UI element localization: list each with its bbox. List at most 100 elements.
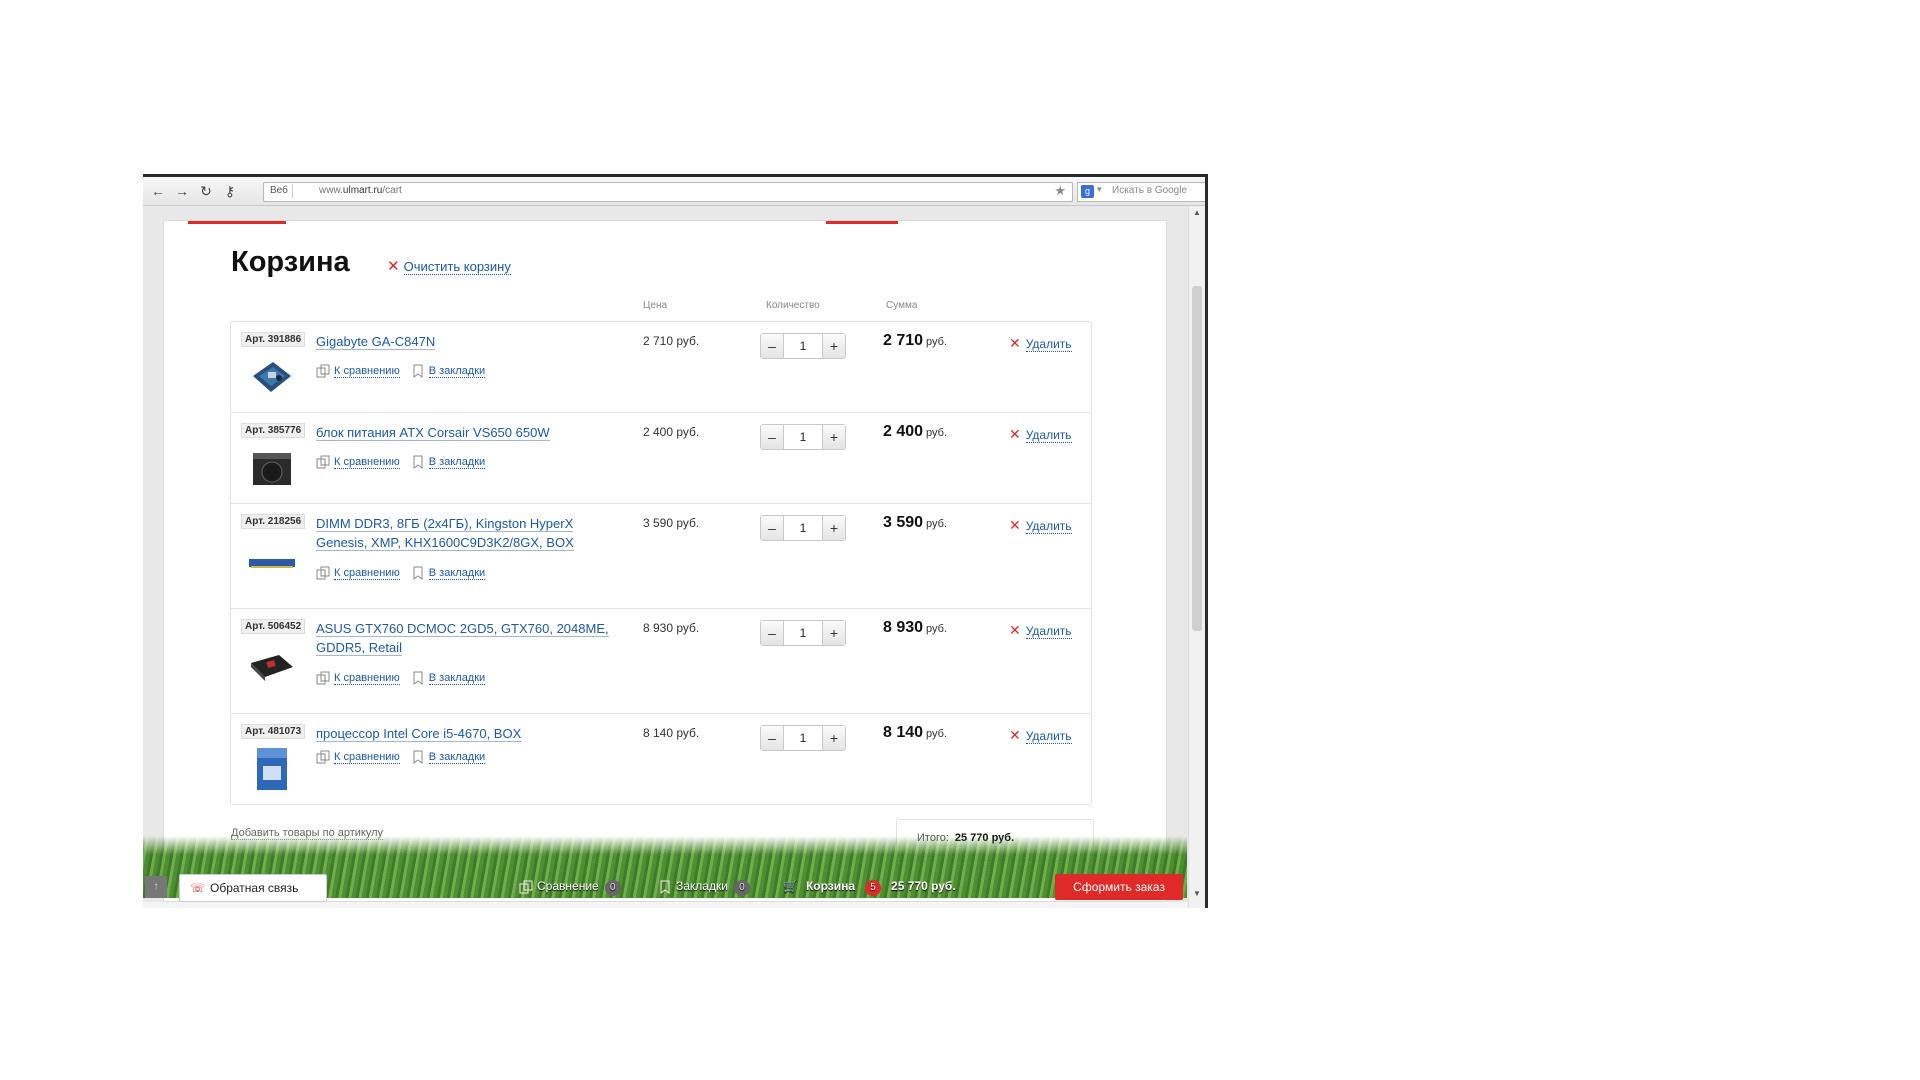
google-icon[interactable]: g bbox=[1081, 185, 1094, 198]
delete-label: Удалить bbox=[1025, 428, 1072, 443]
increase-quantity-button[interactable]: + bbox=[822, 621, 845, 645]
column-header-price: Цена bbox=[643, 300, 668, 311]
compare-link[interactable]: К сравнению bbox=[316, 671, 400, 685]
quantity-input[interactable]: 1 bbox=[784, 334, 822, 358]
delete-label: Удалить bbox=[1025, 519, 1072, 534]
quantity-input[interactable]: 1 bbox=[784, 726, 822, 750]
processor-box-image[interactable] bbox=[249, 746, 295, 792]
compare-label: К сравнению bbox=[334, 364, 400, 378]
url-text[interactable]: www.ulmart.ru/cart bbox=[319, 184, 402, 198]
forward-arrow-icon[interactable]: → bbox=[173, 182, 191, 200]
feedback-button[interactable]: ☏ Обратная связь bbox=[179, 874, 327, 902]
compare-icon bbox=[316, 455, 330, 469]
compare-link[interactable]: К сравнению bbox=[316, 364, 400, 378]
compare-icon bbox=[316, 750, 330, 764]
graphics-card-image[interactable] bbox=[249, 647, 295, 693]
item-sum: 3 590 руб. bbox=[883, 514, 947, 532]
decrease-quantity-button[interactable]: – bbox=[761, 425, 784, 449]
vertical-scrollbar[interactable]: ▲ ▼ bbox=[1188, 206, 1205, 908]
article-number: Арт. 506452 bbox=[241, 619, 306, 634]
key-icon[interactable]: ⚷ bbox=[221, 182, 239, 200]
product-name: ASUS GTX760 DCMOC 2GD5, GTX760, 2048ME, … bbox=[316, 621, 609, 656]
bookmarks-toolbar-item[interactable]: Закладки 0 bbox=[658, 879, 750, 896]
increase-quantity-button[interactable]: + bbox=[822, 726, 845, 750]
motherboard-image[interactable] bbox=[249, 354, 295, 400]
product-name-link[interactable]: ASUS GTX760 DCMOC 2GD5, GTX760, 2048ME, … bbox=[316, 619, 626, 657]
product-name-link[interactable]: процессор Intel Core i5-4670, BOX bbox=[316, 724, 626, 743]
product-name-link[interactable]: блок питания ATX Corsair VS650 650W bbox=[316, 423, 626, 442]
bookmark-label: В закладки bbox=[428, 566, 486, 580]
bookmark-link[interactable]: В закладки bbox=[411, 750, 486, 764]
item-price: 8 140 руб. bbox=[643, 726, 700, 740]
quantity-input[interactable]: 1 bbox=[784, 425, 822, 449]
product-name: Gigabyte GA-C847N bbox=[316, 334, 436, 350]
scrollbar-thumb[interactable] bbox=[1192, 286, 1202, 631]
item-actions: К сравнению В закладки bbox=[316, 671, 493, 685]
clear-cart-link[interactable]: ✕ Очистить корзину bbox=[387, 257, 511, 275]
increase-quantity-button[interactable]: + bbox=[822, 425, 845, 449]
delete-item-link[interactable]: ✕ Удалить bbox=[1009, 426, 1072, 443]
compare-link[interactable]: К сравнению bbox=[316, 455, 400, 469]
quantity-stepper: – 1 + bbox=[760, 333, 846, 359]
close-icon: ✕ bbox=[1009, 622, 1021, 638]
compare-label: К сравнению bbox=[334, 750, 400, 764]
bookmark-icon bbox=[413, 671, 423, 685]
delete-item-link[interactable]: ✕ Удалить bbox=[1009, 727, 1072, 744]
increase-quantity-button[interactable]: + bbox=[822, 516, 845, 540]
delete-label: Удалить bbox=[1025, 337, 1072, 352]
item-price: 2 710 руб. bbox=[643, 334, 700, 348]
product-name-link[interactable]: DIMM DDR3, 8ГБ (2x4ГБ), Kingston HyperX … bbox=[316, 514, 626, 552]
feedback-icon: ☏ bbox=[190, 881, 206, 895]
compare-label: К сравнению bbox=[334, 455, 400, 469]
bookmark-link[interactable]: В закладки bbox=[411, 455, 486, 469]
compare-toolbar-item[interactable]: Сравнение 0 bbox=[519, 879, 621, 896]
item-sum-value: 2 710 bbox=[883, 332, 924, 349]
bookmark-label: В закладки bbox=[428, 671, 486, 685]
delete-item-link[interactable]: ✕ Удалить bbox=[1009, 622, 1072, 639]
decrease-quantity-button[interactable]: – bbox=[761, 726, 784, 750]
compare-link[interactable]: К сравнению bbox=[316, 566, 400, 580]
item-price: 8 930 руб. bbox=[643, 621, 700, 635]
delete-item-link[interactable]: ✕ Удалить bbox=[1009, 517, 1072, 534]
increase-quantity-button[interactable]: + bbox=[822, 334, 845, 358]
bookmark-link[interactable]: В закладки bbox=[411, 671, 486, 685]
chevron-down-icon[interactable]: ▾ bbox=[1097, 184, 1102, 195]
bookmark-link[interactable]: В закладки bbox=[411, 566, 486, 580]
browser-window: ← → ↻ ⚷ Веб www.ulmart.ru/cart ★ g ▾ Иск… bbox=[143, 174, 1208, 908]
decrease-quantity-button[interactable]: – bbox=[761, 334, 784, 358]
decrease-quantity-button[interactable]: – bbox=[761, 516, 784, 540]
delete-item-link[interactable]: ✕ Удалить bbox=[1009, 335, 1072, 352]
item-price: 3 590 руб. bbox=[643, 516, 700, 530]
scroll-up-arrow-icon[interactable]: ▲ bbox=[1189, 208, 1205, 217]
bottom-toolbar: ↑ ☏ Обратная связь Сравнение 0 Закладки 0 🛒… bbox=[143, 874, 1187, 902]
quantity-input[interactable]: 1 bbox=[784, 621, 822, 645]
scroll-up-icon[interactable]: ↑ bbox=[145, 876, 167, 898]
reload-icon[interactable]: ↻ bbox=[197, 182, 215, 200]
bookmarks-toolbar-label: Закладки bbox=[676, 879, 728, 893]
cart-item-row: Арт. 506452 ASUS GTX760 DCMOC 2GD5, GTX7… bbox=[231, 609, 1091, 714]
compare-link[interactable]: К сравнению bbox=[316, 750, 400, 764]
status-bar bbox=[143, 902, 1205, 908]
site-badge[interactable]: Веб bbox=[266, 184, 293, 198]
bookmark-icon bbox=[413, 566, 423, 580]
page-viewport: Корзина ✕ Очистить корзину Цена Количеств… bbox=[143, 206, 1205, 908]
power-supply-image[interactable] bbox=[249, 445, 295, 491]
scroll-down-arrow-icon[interactable]: ▼ bbox=[1189, 889, 1205, 898]
product-name: DIMM DDR3, 8ГБ (2x4ГБ), Kingston HyperX … bbox=[316, 516, 574, 551]
item-actions: К сравнению В закладки bbox=[316, 364, 493, 378]
place-order-button[interactable]: Сформить заказ bbox=[1055, 874, 1183, 900]
star-icon[interactable]: ★ bbox=[1054, 183, 1066, 199]
search-input[interactable]: g ▾ Искать в Google bbox=[1077, 182, 1205, 202]
address-bar[interactable]: Веб www.ulmart.ru/cart ★ bbox=[263, 182, 1073, 202]
close-icon: ✕ bbox=[1009, 426, 1021, 442]
nav-tab-indicator bbox=[188, 221, 286, 224]
cart-toolbar-item[interactable]: 🛒 Корзина 5 25 770 руб. bbox=[783, 879, 956, 896]
decrease-quantity-button[interactable]: – bbox=[761, 621, 784, 645]
memory-module-image[interactable] bbox=[249, 540, 295, 586]
item-sum: 2 400 руб. bbox=[883, 423, 947, 441]
compare-label: К сравнению bbox=[334, 671, 400, 685]
back-arrow-icon[interactable]: ← bbox=[149, 182, 167, 200]
product-name-link[interactable]: Gigabyte GA-C847N bbox=[316, 332, 626, 351]
bookmark-link[interactable]: В закладки bbox=[411, 364, 486, 378]
quantity-input[interactable]: 1 bbox=[784, 516, 822, 540]
